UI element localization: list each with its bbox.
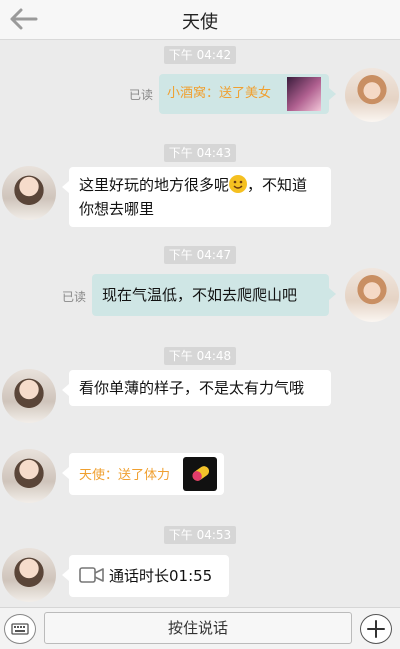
energy-capsule-icon	[183, 457, 217, 491]
message-text: 现在气温低，不如去爬爬山吧	[102, 286, 298, 304]
contact-avatar[interactable]	[2, 548, 56, 602]
my-avatar[interactable]	[345, 68, 399, 122]
outgoing-message-bubble[interactable]: 现在气温低，不如去爬爬山吧	[92, 274, 336, 316]
call-duration-text: 通话时长01:55	[109, 567, 213, 585]
message-text: 看你单薄的样子，不是太有力气哦	[79, 379, 305, 397]
page-title: 天使	[182, 12, 218, 33]
gift-text: 天使：送了体力	[79, 468, 171, 483]
contact-avatar[interactable]	[2, 449, 56, 503]
gift-message-bubble[interactable]: 小酒窝：送了美女	[159, 74, 336, 114]
my-avatar[interactable]	[345, 268, 399, 322]
hold-to-talk-button[interactable]: 按住说话	[44, 612, 352, 644]
timestamp: 下午 04:43	[0, 142, 400, 162]
message-text: 这里好玩的地方很多呢	[79, 176, 230, 194]
incoming-message-bubble[interactable]: 这里好玩的地方很多呢 ，不知道你想去哪里	[62, 167, 331, 227]
read-status: 已读	[129, 88, 154, 102]
top-bar: 天使	[0, 0, 400, 40]
timestamp: 下午 04:42	[0, 44, 400, 64]
input-bar: 按住说话	[0, 607, 400, 649]
keyboard-toggle-button[interactable]	[4, 614, 36, 644]
call-record-bubble[interactable]: 通话时长01:55	[62, 555, 229, 597]
incoming-message-bubble[interactable]: 看你单薄的样子，不是太有力气哦	[62, 370, 331, 406]
gift-image	[287, 77, 321, 111]
gift-text: 小酒窝：送了美女	[167, 86, 272, 101]
contact-avatar[interactable]	[2, 369, 56, 423]
contact-avatar[interactable]	[2, 166, 56, 220]
smile-emoji-icon	[229, 175, 248, 193]
more-options-button[interactable]	[360, 614, 392, 644]
timestamp: 下午 04:47	[0, 244, 400, 264]
timestamp: 下午 04:48	[0, 345, 400, 365]
read-status: 已读	[62, 290, 87, 304]
keyboard-icon	[11, 623, 29, 635]
timestamp: 下午 04:53	[0, 524, 400, 544]
video-camera-icon	[79, 567, 104, 583]
gift-message-bubble[interactable]: 天使：送了体力	[62, 453, 224, 495]
plus-icon	[367, 620, 385, 638]
